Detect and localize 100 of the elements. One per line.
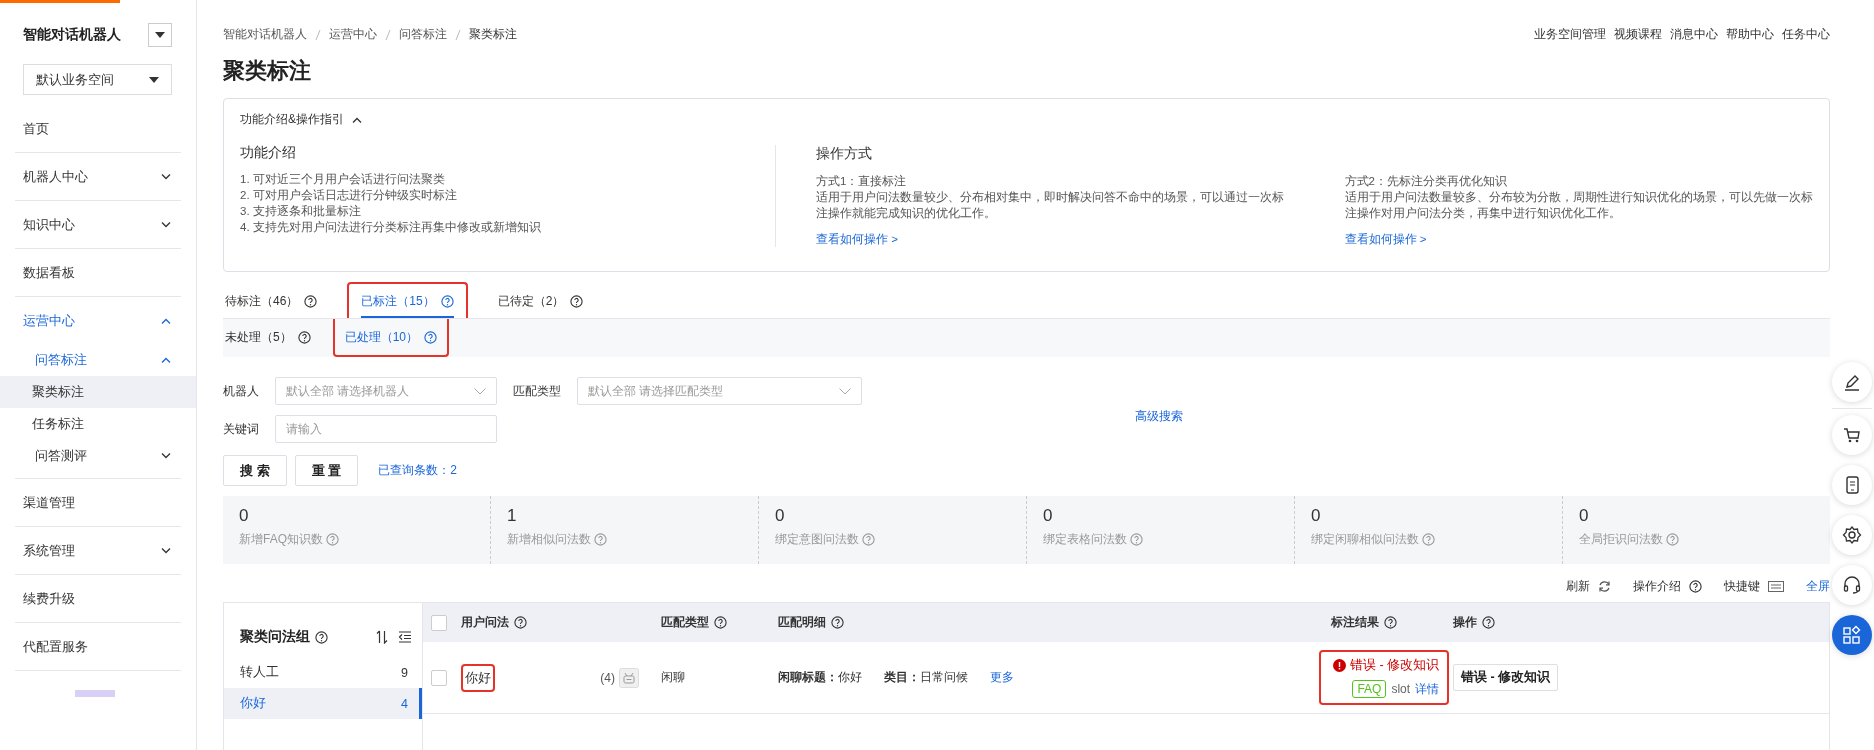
result-count: 已查询条数：2 (378, 462, 457, 479)
nav-item[interactable]: 问答标注 (15, 344, 181, 376)
help-icon (1482, 616, 1495, 629)
reset-button[interactable]: 重 置 (294, 455, 359, 486)
chevron-down-icon (839, 387, 851, 395)
feature-item: 3. 支持逐条和批量标注 (240, 204, 362, 219)
float-button[interactable] (1832, 415, 1872, 455)
method-description: 适用于用户问法数量较多、分布较为分散，周期性进行知识优化的场景，可以先做一次标注操作对用户问法分类，再集中进行知识优化工作。 (1344, 190, 1813, 221)
list-indent-icon[interactable] (398, 631, 412, 643)
field-label: 关键词 (223, 420, 259, 438)
column-header: 操作 (1453, 614, 1477, 631)
grid-icon (1842, 625, 1862, 645)
detail-text: 闲聊标题：你好 (778, 669, 862, 686)
float-button[interactable] (1832, 615, 1872, 655)
question-text: 你好 (461, 663, 495, 692)
column-header: 用户问法 (461, 614, 509, 631)
action-button[interactable]: 错误 - 修改知识 (1453, 664, 1559, 691)
group-item[interactable]: 你好 4 (224, 688, 422, 719)
header-link[interactable]: 帮助中心 (1726, 26, 1774, 43)
breadcrumb-item[interactable]: 智能对话机器人 (223, 26, 307, 43)
stat-label: 绑定意图问法数 (775, 531, 859, 548)
tab[interactable]: 已待定（2） (483, 282, 598, 318)
sub-tab[interactable]: 已处理（10） (332, 319, 450, 357)
select-all-checkbox[interactable] (431, 614, 447, 631)
nav-item[interactable]: 续费升级 (15, 575, 181, 622)
more-link[interactable]: 更多 (990, 669, 1014, 686)
guide-link[interactable]: 查看如何操作 > (1344, 231, 1427, 247)
help-icon (831, 616, 844, 629)
caret-down-icon (149, 76, 159, 83)
method-name: 方式1：直接标注 (816, 174, 908, 189)
app-title: 智能对话机器人 (23, 26, 121, 44)
help-icon (326, 533, 339, 546)
search-button[interactable]: 搜 索 (223, 455, 287, 486)
nav-item[interactable]: 首页 (15, 105, 181, 152)
chevron-down-icon (161, 453, 171, 459)
help-icon (315, 630, 328, 644)
row-checkbox[interactable] (431, 669, 447, 686)
header-link[interactable]: 业务空间管理 (1534, 26, 1606, 43)
faq-tag: FAQ (1352, 680, 1387, 698)
chevron-up-icon (161, 317, 171, 324)
float-button[interactable] (1832, 362, 1872, 402)
error-icon (1333, 659, 1346, 672)
toolbar-button[interactable]: 全屏 (1806, 577, 1830, 595)
advanced-search-link[interactable]: 高级搜索 (1135, 407, 1183, 425)
stat-label: 新增相似问法数 (507, 531, 591, 548)
detail-link[interactable]: 详情 (1415, 680, 1440, 698)
nav-item[interactable]: 聚类标注 (0, 376, 196, 408)
nav-item[interactable]: 渠道管理 (15, 479, 181, 526)
header-link[interactable]: 视频课程 (1614, 26, 1662, 43)
stat-value: 1 (507, 506, 517, 526)
float-button[interactable] (1832, 515, 1872, 555)
similar-count: (4) (600, 670, 615, 685)
chevron-up-icon (161, 357, 171, 363)
stat-label: 全局拒识问法数 (1579, 531, 1663, 548)
breadcrumb-item[interactable]: 运营中心 (329, 26, 377, 43)
group-item[interactable]: 转人工 9 (224, 657, 422, 688)
nav-item[interactable]: 知识中心 (15, 201, 181, 248)
table-cell-text: 闲聊 (661, 669, 686, 686)
toolbar-button[interactable]: 刷新 (1566, 577, 1611, 595)
help-icon (570, 294, 584, 308)
stat-value: 0 (775, 506, 785, 526)
sort-icon[interactable] (376, 630, 388, 644)
stat-value: 0 (1043, 506, 1053, 526)
nav-item[interactable]: 机器人中心 (15, 153, 181, 200)
feature-item: 4. 支持先对用户问法进行分类标注再集中修改或新增知识 (240, 220, 542, 235)
float-button[interactable] (1832, 565, 1872, 605)
nav-item[interactable]: 代配置服务 (15, 623, 181, 670)
stat-label: 绑定表格问法数 (1043, 531, 1127, 548)
sub-tab[interactable]: 未处理（5） (223, 319, 323, 357)
breadcrumb-item[interactable]: 聚类标注 (469, 26, 517, 43)
nav-item[interactable]: 系统管理 (15, 527, 181, 574)
chevron-down-icon (474, 387, 486, 395)
chevron-up-icon (352, 116, 362, 123)
chevron-down-icon (161, 547, 171, 554)
dropdown-button[interactable] (148, 23, 172, 47)
keyboard-icon (1768, 580, 1784, 592)
tab[interactable]: 待标注（46） (223, 282, 332, 318)
toolbar-button[interactable]: 快捷键 (1724, 577, 1784, 595)
section-title: 操作方式 (816, 145, 873, 163)
slash-icon (315, 28, 321, 41)
toolbar-button[interactable]: 操作介绍 (1633, 577, 1702, 595)
nav-item[interactable]: 问答测评 (15, 440, 181, 472)
stat-label: 新增FAQ知识数 (239, 531, 323, 548)
panel-toggle[interactable]: 功能介绍&操作指引 (240, 111, 362, 128)
column-header: 匹配类型 (661, 614, 709, 631)
float-button[interactable] (1832, 465, 1872, 505)
section-title: 功能介绍 (240, 145, 297, 161)
stat-value: 0 (239, 506, 249, 526)
nav-item[interactable]: 运营中心 (15, 297, 181, 344)
panel-title: 聚类问法组 (240, 628, 310, 646)
workspace-select[interactable]: 默认业务空间 (23, 64, 172, 95)
header-link[interactable]: 消息中心 (1670, 26, 1718, 43)
help-icon (1666, 533, 1679, 546)
field-label: 匹配类型 (513, 382, 561, 400)
nav-item[interactable]: 任务标注 (0, 408, 196, 440)
slash-icon (455, 28, 461, 41)
guide-link[interactable]: 查看如何操作 > (816, 231, 898, 247)
nav-item[interactable]: 数据看板 (15, 249, 181, 296)
header-link[interactable]: 任务中心 (1782, 26, 1830, 43)
breadcrumb-item[interactable]: 问答标注 (399, 26, 447, 43)
